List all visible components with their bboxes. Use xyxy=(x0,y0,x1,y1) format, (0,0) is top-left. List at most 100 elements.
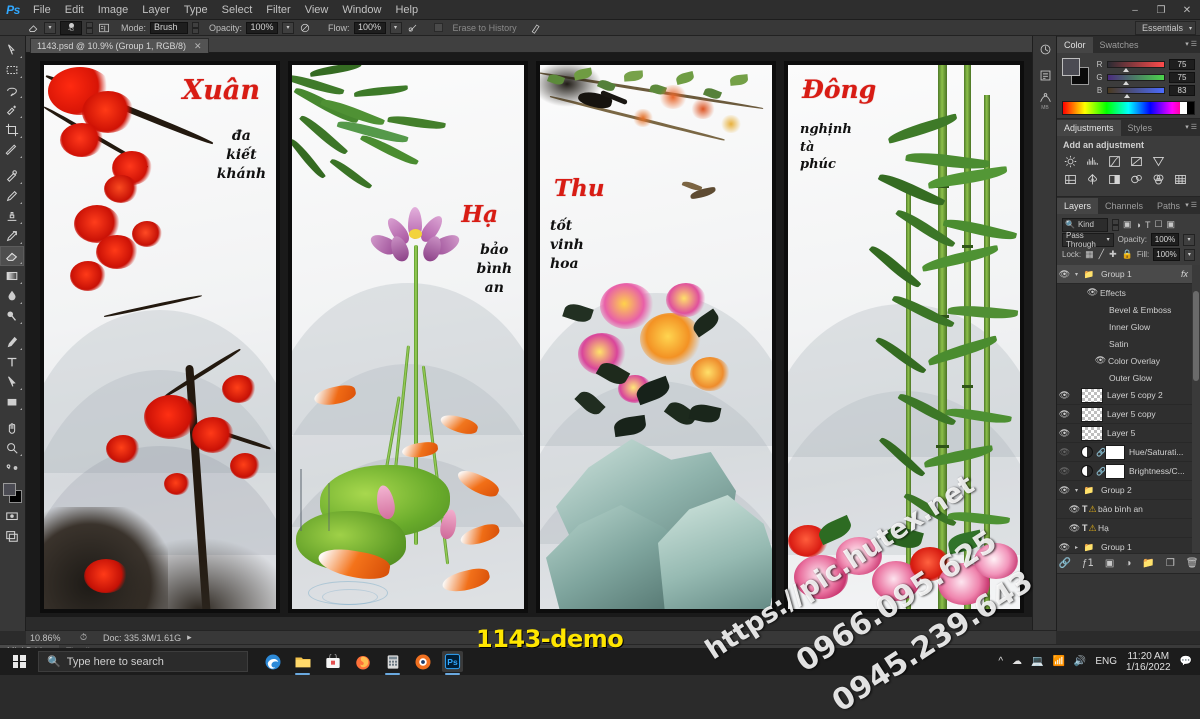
channel-mixer-icon[interactable] xyxy=(1151,172,1166,186)
history-brush-tool[interactable] xyxy=(0,226,24,246)
lock-image-pixels-icon[interactable]: ╱ xyxy=(1099,249,1104,260)
expand-twirl-icon[interactable]: ▾ xyxy=(1072,487,1081,494)
layer-filter-stepper[interactable] xyxy=(1112,218,1119,231)
add-layer-style-icon[interactable]: ƒ𝟣 xyxy=(1082,558,1094,569)
visibility-toggle-icon[interactable]: 👁 xyxy=(1067,504,1082,515)
calculator-icon[interactable] xyxy=(382,651,403,675)
blur-tool[interactable] xyxy=(0,286,24,306)
tool-preset-dropdown[interactable]: ▾ xyxy=(44,21,56,34)
channel-value-g[interactable]: 75 xyxy=(1169,72,1195,83)
restore-button[interactable]: ❐ xyxy=(1148,0,1174,20)
color-panel-menu[interactable]: ▾ ☰ xyxy=(1185,40,1197,48)
layer-row[interactable]: 👁 Layer 5 copy xyxy=(1057,405,1200,424)
filter-smart-object-icon[interactable]: ▣ xyxy=(1167,219,1176,230)
properties-icon[interactable] xyxy=(1033,62,1057,88)
workspace-switcher[interactable]: Essentials xyxy=(1134,21,1196,35)
curves-icon[interactable] xyxy=(1107,154,1122,168)
effect-visibility-icon[interactable]: 👁 xyxy=(1093,355,1108,366)
flow-value[interactable]: 100% xyxy=(353,21,386,34)
expand-twirl-icon[interactable]: ▸ xyxy=(1072,544,1081,551)
move-tool[interactable] xyxy=(0,40,24,60)
layers-panel-menu[interactable]: ▾ ☰ xyxy=(1185,201,1197,209)
adjustments-panel-menu[interactable]: ▾ ☰ xyxy=(1185,123,1197,131)
file-explorer-icon[interactable] xyxy=(292,651,313,675)
filter-pixel-icon[interactable]: ▣ xyxy=(1123,219,1132,230)
effect-row-satin[interactable]: Satin xyxy=(1057,335,1200,352)
link-layers-icon[interactable]: 🔗 xyxy=(1058,558,1070,569)
channel-value-r[interactable]: 75 xyxy=(1169,59,1195,70)
layer-row-adjustment[interactable]: 👁 🔗 Hue/Saturati... xyxy=(1057,443,1200,462)
pressure-opacity-icon[interactable] xyxy=(298,21,312,34)
tab-color[interactable]: Color xyxy=(1057,37,1093,53)
delete-layer-icon[interactable]: 🗑 xyxy=(1186,558,1199,569)
wifi-icon[interactable]: 📶 xyxy=(1052,656,1064,667)
eyedropper-tool[interactable] xyxy=(0,140,24,160)
link-mask-icon[interactable]: 🔗 xyxy=(1096,448,1106,457)
airbrush-icon[interactable] xyxy=(406,21,420,34)
tab-paths[interactable]: Paths xyxy=(1150,198,1187,214)
screen-mode-icon[interactable] xyxy=(0,526,24,546)
flow-dropdown[interactable]: ▾ xyxy=(389,21,402,34)
menu-type[interactable]: Type xyxy=(177,0,215,20)
onedrive-icon[interactable]: ☁ xyxy=(1012,656,1022,667)
adjustment-thumbnail[interactable] xyxy=(1081,465,1093,477)
tab-channels[interactable]: Channels xyxy=(1098,198,1150,214)
visibility-toggle-icon[interactable]: 👁 xyxy=(1057,485,1072,496)
add-layer-mask-icon[interactable]: ▣ xyxy=(1105,558,1114,569)
eraser-tool-preset-icon[interactable] xyxy=(26,21,40,34)
new-layer-icon[interactable]: ❐ xyxy=(1166,558,1175,569)
menu-view[interactable]: View xyxy=(298,0,336,20)
dodge-tool[interactable] xyxy=(0,306,24,326)
firefox-icon[interactable] xyxy=(352,651,373,672)
effects-visibility-icon[interactable]: 👁 xyxy=(1085,287,1100,298)
layers-list[interactable]: 👁 ▾ 📁 Group 1 fx 👁 Effects Bevel & Embos… xyxy=(1057,265,1200,553)
filter-adjustment-icon[interactable]: ◑ xyxy=(1136,220,1141,230)
status-popup-icon[interactable]: ▸ xyxy=(187,632,192,643)
rectangle-tool[interactable] xyxy=(0,392,24,412)
layer-opacity-value[interactable]: 100% xyxy=(1151,233,1179,246)
hue-saturation-icon[interactable] xyxy=(1063,172,1078,186)
new-adjustment-icon[interactable]: ◑ xyxy=(1125,558,1131,569)
fill-value[interactable]: 100% xyxy=(1153,248,1180,261)
clone-stamp-tool[interactable] xyxy=(0,206,24,226)
layer-row-group1[interactable]: 👁 ▾ 📁 Group 1 fx xyxy=(1057,265,1200,284)
adjustment-thumbnail[interactable] xyxy=(1081,446,1093,458)
mini-bridge-icon[interactable]: MB xyxy=(1033,88,1057,114)
visibility-toggle-icon[interactable]: 👁 xyxy=(1057,428,1072,439)
menu-image[interactable]: Image xyxy=(91,0,136,20)
vibrance-icon[interactable] xyxy=(1151,154,1166,168)
layer-mask-thumbnail[interactable] xyxy=(1105,444,1125,460)
color-lookup-icon[interactable] xyxy=(1173,172,1188,186)
volume-icon[interactable]: 🔊 xyxy=(1074,656,1086,667)
crop-tool[interactable] xyxy=(0,120,24,140)
pen-tool[interactable] xyxy=(0,332,24,352)
microsoft-store-icon[interactable] xyxy=(322,651,343,672)
slider-track-g[interactable] xyxy=(1107,74,1165,85)
layer-style-badge[interactable]: fx xyxy=(1181,269,1188,279)
effects-row[interactable]: 👁 Effects xyxy=(1057,284,1200,301)
menu-window[interactable]: Window xyxy=(335,0,388,20)
mode-stepper[interactable] xyxy=(192,21,200,34)
effect-row-bevel-emboss[interactable]: Bevel & Emboss xyxy=(1057,301,1200,318)
color-swatches[interactable] xyxy=(1062,58,1090,86)
opacity-dropdown[interactable]: ▾ xyxy=(282,21,295,34)
tab-styles[interactable]: Styles xyxy=(1121,120,1160,136)
canvas-area[interactable]: Xuân đa kiết khánh Hạ bảo bình an Thu tố… xyxy=(26,53,1056,617)
menu-select[interactable]: Select xyxy=(215,0,260,20)
brush-picker-stepper[interactable] xyxy=(86,21,93,34)
rectangular-marquee-tool[interactable] xyxy=(0,60,24,80)
eraser-tool[interactable] xyxy=(0,246,24,266)
effect-row-inner-glow[interactable]: Inner Glow xyxy=(1057,318,1200,335)
menu-layer[interactable]: Layer xyxy=(135,0,177,20)
filter-shape-icon[interactable]: ☐ xyxy=(1154,219,1162,230)
layers-scrollbar[interactable] xyxy=(1192,265,1200,553)
taskbar-search-box[interactable]: 🔍 Type here to search xyxy=(38,651,248,672)
effect-row-outer-glow[interactable]: Outer Glow xyxy=(1057,369,1200,386)
fill-dropdown[interactable]: ▾ xyxy=(1183,248,1195,261)
layer-row[interactable]: 👁 Layer 5 xyxy=(1057,424,1200,443)
type-layer-thumbnail[interactable]: T ⚠ xyxy=(1082,504,1098,515)
blend-mode-select[interactable]: Pass Through ▾ xyxy=(1062,231,1114,249)
menu-help[interactable]: Help xyxy=(388,0,425,20)
layer-thumbnail[interactable] xyxy=(1081,387,1103,403)
mode-value[interactable]: Brush xyxy=(150,21,189,34)
